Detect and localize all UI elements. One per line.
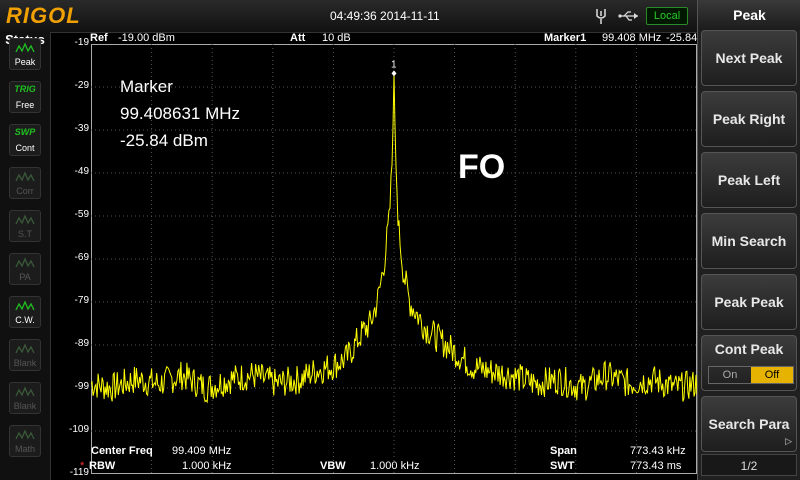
rbw-flag: * [80, 460, 85, 472]
next-peak-button[interactable]: Next Peak [701, 30, 797, 86]
y-tick-label: -19 [74, 37, 89, 48]
softkey-panel: Peak Next Peak Peak Right Peak Left Min … [697, 0, 800, 480]
rbw-label: RBW [89, 460, 116, 472]
y-tick-label: -109 [68, 424, 89, 435]
status-item-label: Peak [14, 57, 36, 67]
cont-peak-button[interactable]: Cont Peak On Off [701, 335, 797, 391]
page-indicator[interactable]: 1/2 [701, 454, 797, 476]
usb-icon [618, 11, 638, 21]
center-freq-value: 99.409 MHz [172, 445, 232, 457]
status-item-label: PA [19, 272, 31, 282]
y-tick-label: -79 [74, 295, 89, 306]
menu-title: Peak [698, 0, 800, 30]
marker1-freq: 99.408 MHz [602, 32, 662, 44]
peak-right-label: Peak Right [712, 111, 786, 127]
peak-right-button[interactable]: Peak Right [701, 91, 797, 147]
search-para-label: Search Para [708, 416, 790, 432]
date-time: 04:49:36 2014-11-11 [330, 9, 440, 23]
min-search-label: Min Search [711, 233, 787, 249]
submenu-arrow-icon: ▷ [785, 436, 792, 446]
peak-peak-label: Peak Peak [714, 294, 784, 310]
att-label: Att [290, 32, 306, 44]
center-freq-label: Center Freq [91, 445, 153, 457]
probe-icon [596, 9, 606, 24]
marker-readout-title: Marker [120, 77, 173, 96]
att-value: 10 dB [322, 32, 351, 44]
peak-peak-button[interactable]: Peak Peak [701, 274, 797, 330]
min-search-button[interactable]: Min Search [701, 213, 797, 269]
marker-readout: Marker 99.408631 MHz -25.84 dBm [120, 73, 240, 154]
status-item-label: Blank [13, 401, 37, 411]
status-item-label: S.T [17, 229, 32, 239]
toggle-off-option[interactable]: Off [751, 367, 793, 383]
y-tick-label: -49 [74, 166, 89, 177]
y-tick-label: -69 [74, 252, 89, 263]
y-tick-label: -29 [74, 80, 89, 91]
status-item-label: C.W. [15, 315, 35, 325]
y-tick-label: -39 [74, 123, 89, 134]
ref-label: Ref [90, 32, 108, 44]
swt-label: SWT [550, 460, 575, 472]
footer-info: Center Freq 99.409 MHz Span 773.43 kHz *… [50, 444, 697, 480]
status-item-label: Free [15, 100, 35, 110]
marker-readout-freq: 99.408631 MHz [120, 104, 241, 123]
vbw-value: 1.000 kHz [370, 460, 420, 472]
status-item-label: Corr [16, 186, 34, 196]
top-bar: RIGOL 04:49:36 2014-11-11 Local [0, 0, 697, 33]
local-status-badge[interactable]: Local [646, 7, 688, 25]
swt-value: 773.43 ms [630, 460, 682, 472]
cont-peak-label: Cont Peak [714, 341, 784, 357]
search-para-button[interactable]: Search Para ▷ [701, 396, 797, 452]
cont-peak-toggle[interactable]: On Off [708, 366, 794, 384]
next-peak-label: Next Peak [715, 50, 783, 66]
ref-value: -19.00 dBm [118, 32, 175, 44]
span-value: 773.43 kHz [630, 445, 686, 457]
rbw-value: 1.000 kHz [182, 460, 232, 472]
fo-overlay-text: FO [458, 148, 506, 186]
status-item-label: Blank [13, 358, 37, 368]
status-item-label: Math [14, 444, 35, 454]
brand-logo: RIGOL [6, 3, 81, 28]
marker-1-point [391, 70, 397, 77]
toggle-on-option[interactable]: On [709, 367, 751, 383]
y-tick-label: -59 [74, 209, 89, 220]
peak-left-label: Peak Left [717, 172, 781, 188]
span-label: Span [550, 445, 577, 457]
y-tick-label: -89 [74, 338, 89, 349]
status-item-label: Cont [15, 143, 35, 153]
marker-readout-level: -25.84 dBm [120, 131, 208, 150]
y-tick-label: -99 [74, 381, 89, 392]
marker1-label: Marker1 [544, 32, 587, 44]
marker-1-number: 1 [391, 59, 397, 70]
vbw-label: VBW [320, 460, 346, 472]
peak-left-button[interactable]: Peak Left [701, 152, 797, 208]
